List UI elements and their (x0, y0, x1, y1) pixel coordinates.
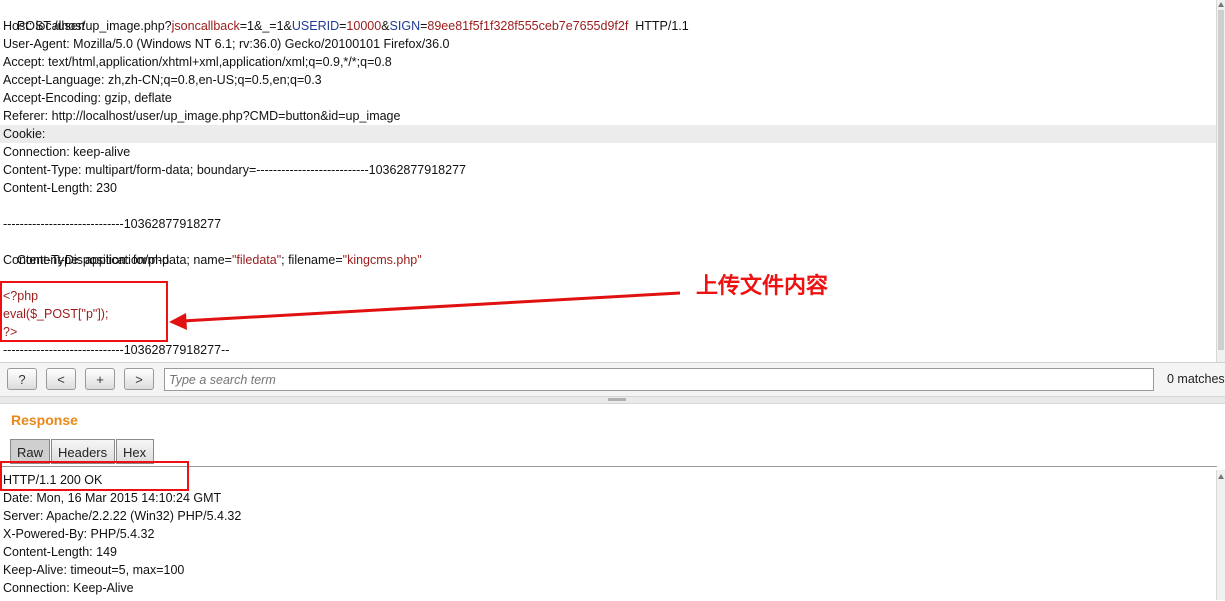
pane-splitter[interactable] (0, 396, 1225, 404)
match-count: 0 matches (1167, 372, 1225, 386)
response-header-line: Content-Length: 149 (3, 545, 117, 559)
response-header-line: Connection: Keep-Alive (3, 581, 134, 595)
scroll-up-icon[interactable] (1218, 474, 1224, 479)
arrow-head-icon (169, 313, 187, 330)
search-input[interactable] (164, 368, 1154, 391)
annotation-label: 上传文件内容 (696, 274, 829, 299)
status-highlight-box (0, 461, 189, 491)
response-scrollbar[interactable] (1216, 470, 1225, 600)
arrow-shaft (181, 291, 681, 323)
response-header-line: Server: Apache/2.2.22 (Win32) PHP/5.4.32 (3, 509, 242, 523)
help-button[interactable]: ? (7, 368, 37, 390)
response-title: Response (11, 412, 78, 428)
add-button[interactable]: + (85, 368, 115, 390)
response-header-line: Keep-Alive: timeout=5, max=100 (3, 563, 185, 577)
search-toolbar: ? < + > 0 matches (0, 362, 1225, 397)
splitter-grip-icon[interactable] (608, 398, 626, 401)
next-match-button[interactable]: > (124, 368, 154, 390)
response-header-line: X-Powered-By: PHP/5.4.32 (3, 527, 155, 541)
response-header-line: Date: Mon, 16 Mar 2015 14:10:24 GMT (3, 491, 222, 505)
previous-match-button[interactable]: < (46, 368, 76, 390)
